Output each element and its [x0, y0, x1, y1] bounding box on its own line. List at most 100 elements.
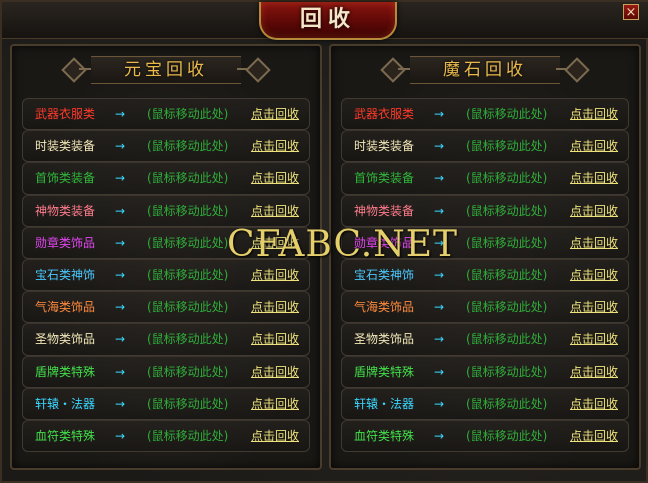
panel-header: 元宝回收: [57, 54, 275, 84]
arrow-right-icon: →: [434, 300, 445, 315]
hover-hint[interactable]: (鼠标移动此处): [466, 292, 547, 322]
recycle-link[interactable]: 点击回收: [570, 389, 618, 419]
recycle-row: 武器衣服类 → (鼠标移动此处) 点击回收: [341, 98, 629, 131]
arrow-right-icon: →: [434, 396, 445, 411]
hover-hint[interactable]: (鼠标移动此处): [147, 292, 228, 322]
arrow-right-icon: →: [115, 300, 126, 315]
category-label: 气海类饰品: [354, 300, 415, 315]
arrow-right-icon: →: [115, 428, 126, 443]
hover-hint[interactable]: (鼠标移动此处): [147, 99, 228, 129]
ornament-icon: [61, 57, 87, 83]
recycle-list: 武器衣服类 → (鼠标移动此处) 点击回收 时装类装备 → (鼠标移动此处) 点击回收 首饰类装…: [341, 98, 629, 453]
recycle-link[interactable]: 点击回收: [570, 260, 618, 290]
recycle-row: 时装类装备 → (鼠标移动此处) 点击回收: [22, 130, 310, 163]
category-label: 轩辕・法器: [354, 396, 415, 411]
watermark-text: CFABC.NET: [227, 224, 459, 265]
category-label: 神物类装备: [354, 203, 415, 218]
recycle-link[interactable]: 点击回收: [570, 99, 618, 129]
hover-hint[interactable]: (鼠标移动此处): [147, 131, 228, 161]
recycle-link[interactable]: 点击回收: [570, 292, 618, 322]
hover-hint[interactable]: (鼠标移动此处): [147, 389, 228, 419]
category-label: 武器衣服类: [35, 107, 96, 121]
recycle-link[interactable]: 点击回收: [570, 421, 618, 451]
ornament-icon: [245, 57, 271, 83]
arrow-right-icon: →: [115, 235, 126, 250]
recycle-list: 武器衣服类 → (鼠标移动此处) 点击回收 时装类装备 → (鼠标移动此处) 点击回收 首饰类装…: [22, 98, 310, 453]
recycle-row: 轩辕・法器 → (鼠标移动此处) 点击回收: [22, 387, 310, 420]
category-label: 武器衣服类: [354, 107, 415, 121]
category-label: 气海类饰品: [35, 300, 96, 315]
recycle-link[interactable]: 点击回收: [570, 357, 618, 387]
hover-hint[interactable]: (鼠标移动此处): [147, 260, 228, 290]
recycle-link[interactable]: 点击回收: [570, 324, 618, 354]
close-button[interactable]: ×: [623, 4, 639, 20]
recycle-row: 气海类饰品 → (鼠标移动此处) 点击回收: [22, 291, 310, 324]
category-label: 圣物类饰品: [35, 332, 96, 347]
recycle-link[interactable]: 点击回收: [570, 196, 618, 226]
hover-hint[interactable]: (鼠标移动此处): [466, 196, 547, 226]
arrow-right-icon: →: [434, 139, 445, 154]
hover-hint[interactable]: (鼠标移动此处): [466, 389, 547, 419]
arrow-right-icon: →: [115, 203, 126, 218]
hover-hint[interactable]: (鼠标移动此处): [147, 357, 228, 387]
recycle-link[interactable]: 点击回收: [251, 292, 299, 322]
recycle-link[interactable]: 点击回收: [251, 131, 299, 161]
category-label: 时装类装备: [354, 139, 415, 154]
hover-hint[interactable]: (鼠标移动此处): [466, 357, 547, 387]
category-label: 神物类装备: [35, 203, 96, 218]
ornament-icon: [564, 57, 590, 83]
recycle-row: 血符类特殊 → (鼠标移动此处) 点击回收: [22, 419, 310, 453]
window-title: 回收: [299, 6, 356, 32]
title-plate: 回收: [259, 2, 397, 40]
arrow-right-icon: →: [434, 332, 445, 347]
recycle-link[interactable]: 点击回收: [251, 99, 299, 129]
hover-hint[interactable]: (鼠标移动此处): [466, 163, 547, 193]
panel-title-plate: 元宝回收: [91, 56, 241, 84]
arrow-right-icon: →: [115, 107, 126, 121]
hover-hint[interactable]: (鼠标移动此处): [466, 131, 547, 161]
recycle-row: 武器衣服类 → (鼠标移动此处) 点击回收: [22, 98, 310, 131]
hover-hint[interactable]: (鼠标移动此处): [147, 421, 228, 451]
recycle-link[interactable]: 点击回收: [251, 421, 299, 451]
category-label: 勋章类饰品: [35, 235, 96, 250]
hover-hint[interactable]: (鼠标移动此处): [466, 421, 547, 451]
hover-hint[interactable]: (鼠标移动此处): [147, 228, 228, 258]
arrow-right-icon: →: [434, 107, 445, 121]
category-label: 圣物类饰品: [354, 332, 415, 347]
recycle-link[interactable]: 点击回收: [251, 163, 299, 193]
hover-hint[interactable]: (鼠标移动此处): [466, 260, 547, 290]
arrow-right-icon: →: [434, 428, 445, 443]
hover-hint[interactable]: (鼠标移动此处): [466, 324, 547, 354]
recycle-row: 神物类装备 → (鼠标移动此处) 点击回收: [341, 194, 629, 227]
category-label: 首饰类装备: [354, 171, 415, 186]
arrow-right-icon: →: [115, 332, 126, 347]
category-label: 时装类装备: [35, 139, 96, 154]
arrow-right-icon: →: [115, 139, 126, 154]
recycle-row: 首饰类装备 → (鼠标移动此处) 点击回收: [22, 162, 310, 195]
arrow-right-icon: →: [434, 364, 445, 379]
recycle-link[interactable]: 点击回收: [570, 163, 618, 193]
hover-hint[interactable]: (鼠标移动此处): [466, 99, 547, 129]
arrow-right-icon: →: [434, 171, 445, 186]
category-label: 盾牌类特殊: [354, 364, 415, 379]
hover-hint[interactable]: (鼠标移动此处): [147, 324, 228, 354]
panel-title: 元宝回收: [124, 60, 208, 80]
hover-hint[interactable]: (鼠标移动此处): [147, 196, 228, 226]
recycle-row: 血符类特殊 → (鼠标移动此处) 点击回收: [341, 419, 629, 453]
recycle-link[interactable]: 点击回收: [251, 324, 299, 354]
recycle-link[interactable]: 点击回收: [251, 196, 299, 226]
recycle-link[interactable]: 点击回收: [570, 131, 618, 161]
hover-hint[interactable]: (鼠标移动此处): [147, 163, 228, 193]
category-label: 血符类特殊: [354, 428, 415, 443]
recycle-row: 气海类饰品 → (鼠标移动此处) 点击回收: [341, 291, 629, 324]
recycle-link[interactable]: 点击回收: [251, 389, 299, 419]
category-label: 盾牌类特殊: [35, 364, 96, 379]
recycle-link[interactable]: 点击回收: [570, 228, 618, 258]
arrow-right-icon: →: [115, 396, 126, 411]
recycle-row: 时装类装备 → (鼠标移动此处) 点击回收: [341, 130, 629, 163]
recycle-window: 回收 × 元宝回收 武器衣服类 → (鼠标移动此处) 点击回收 时装类装备 → (鼠标移动此…: [0, 0, 648, 483]
panel-title-plate: 魔石回收: [410, 56, 560, 84]
arrow-right-icon: →: [115, 171, 126, 186]
hover-hint[interactable]: (鼠标移动此处): [466, 228, 547, 258]
recycle-link[interactable]: 点击回收: [251, 357, 299, 387]
